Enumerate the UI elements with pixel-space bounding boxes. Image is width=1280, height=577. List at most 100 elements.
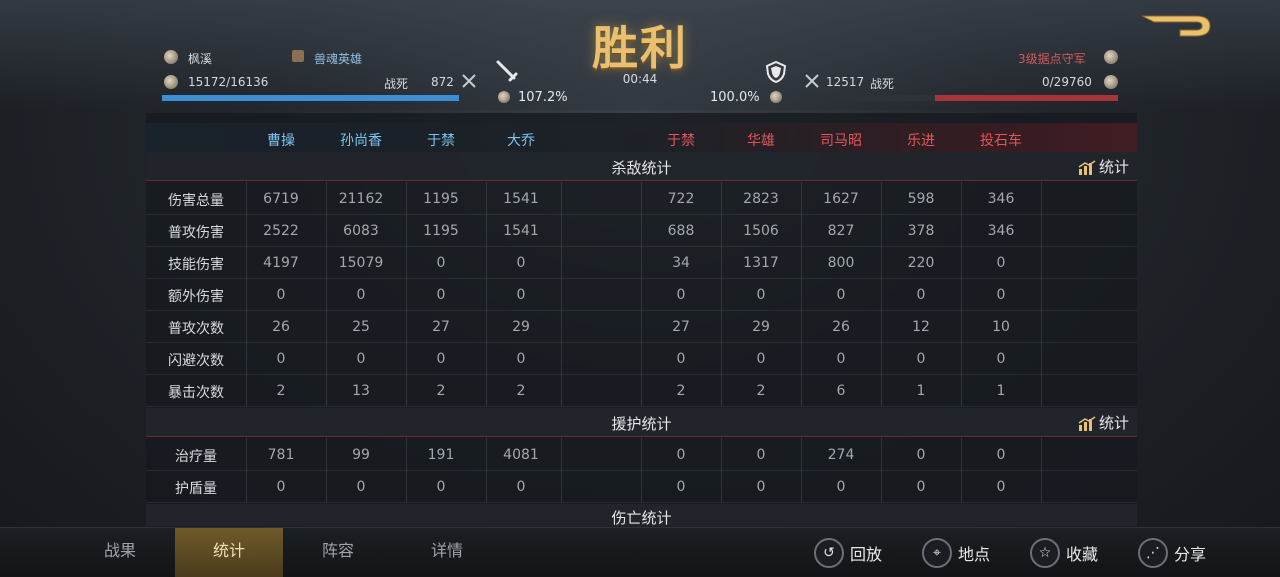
kill-stats-chart-button[interactable]: 统计	[1078, 156, 1129, 177]
table-cell: 6083	[343, 223, 379, 239]
table-cell: 598	[907, 191, 935, 207]
table-cell: 0	[676, 447, 686, 463]
left-player-name: 枫溪	[188, 52, 213, 66]
table-row: 普攻次数 26 25 27 29 27 29 26 12 10	[146, 310, 1137, 343]
table-cell: 800	[827, 255, 855, 271]
table-cell: 29	[752, 319, 770, 335]
table-cell: 15079	[338, 255, 384, 271]
table-cell: 12	[912, 319, 930, 335]
table-cell: 0	[756, 447, 766, 463]
tab-statistics[interactable]: 统计	[175, 528, 283, 577]
table-cell: 0	[916, 351, 926, 367]
table-cell: 1317	[743, 255, 779, 271]
morale-icon-right	[770, 91, 782, 103]
column-divider	[1041, 438, 1042, 470]
table-cell: 2522	[263, 223, 299, 239]
table-cell: 21162	[338, 191, 384, 207]
ally-hero-name: 孙尚香	[340, 133, 382, 149]
right-kill-label: 战死	[870, 77, 895, 91]
table-cell: 827	[827, 223, 855, 239]
table-cell: 0	[276, 351, 286, 367]
ally-hero-name: 曹操	[267, 133, 295, 149]
table-cell: 0	[276, 287, 286, 303]
support-stats-title: 援护统计	[611, 415, 672, 433]
left-troop-bar	[162, 95, 478, 101]
tab-details[interactable]: 详情	[393, 528, 501, 577]
table-cell: 0	[516, 287, 526, 303]
troops-icon	[164, 75, 178, 89]
table-row: 伤害总量 6719 21162 1195 1541 722 2823 1627 598 346	[146, 182, 1137, 215]
column-divider	[1041, 310, 1042, 342]
column-divider	[1041, 470, 1042, 502]
table-cell: 29	[512, 319, 530, 335]
support-stats-section-header: 援护统计 统计	[146, 408, 1137, 437]
table-cell: 1627	[823, 191, 859, 207]
left-guild-name[interactable]: 兽魂英雄	[314, 50, 362, 67]
ally-hero-name: 大乔	[507, 133, 535, 149]
share-label: 分享	[1174, 545, 1207, 564]
tab-results[interactable]: 战果	[66, 528, 174, 577]
table-cell: 0	[916, 287, 926, 303]
table-row: 普攻伤害 2522 6083 1195 1541 688 1506 827 378 346	[146, 214, 1137, 247]
table-cell: 34	[672, 255, 690, 271]
bottom-bar: 战果 统计 阵容 详情 ↺ 回放 ⌖ 地点 ☆ 收藏 ⋰ 分享	[0, 527, 1280, 577]
replay-label: 回放	[850, 545, 883, 564]
location-button[interactable]: ⌖ 地点	[922, 538, 990, 568]
table-cell: 2823	[743, 191, 779, 207]
enemy-hero-name: 于禁	[667, 133, 695, 149]
back-button[interactable]	[1140, 12, 1214, 40]
table-cell: 99	[352, 447, 370, 463]
shield-icon	[765, 60, 787, 84]
table-cell: 781	[267, 447, 295, 463]
kill-stats-section-header: 杀敌统计 统计	[146, 152, 1137, 181]
column-divider	[561, 470, 562, 502]
enemy-hero-name: 乐进	[907, 133, 935, 149]
table-cell: 0	[516, 351, 526, 367]
table-row: 护盾量 0 0 0 0 0 0 0 0 0	[146, 470, 1137, 503]
crossed-swords-icon	[462, 74, 476, 88]
table-cell: 0	[916, 479, 926, 495]
loss-stats-title: 伤亡统计	[611, 509, 672, 527]
bar-chart-icon	[1078, 159, 1096, 175]
table-cell: 6	[836, 383, 846, 399]
table-cell: 0	[676, 479, 686, 495]
row-label: 技能伤害	[168, 257, 224, 273]
table-cell: 722	[667, 191, 695, 207]
column-divider	[1041, 246, 1042, 278]
table-cell: 27	[432, 319, 450, 335]
right-player-name: 3级据点守军	[1018, 52, 1086, 66]
share-button[interactable]: ⋰ 分享	[1138, 538, 1206, 568]
table-cell: 220	[907, 255, 935, 271]
support-stats-chart-label: 统计	[1098, 414, 1129, 432]
row-label: 伤害总量	[168, 193, 224, 209]
support-stats-chart-button[interactable]: 统计	[1078, 412, 1129, 433]
favorite-button[interactable]: ☆ 收藏	[1030, 538, 1098, 568]
replay-button[interactable]: ↺ 回放	[814, 538, 882, 568]
sword-icon	[496, 60, 518, 82]
row-label: 闪避次数	[168, 353, 224, 369]
column-divider	[561, 246, 562, 278]
column-divider	[561, 278, 562, 310]
column-divider	[1041, 342, 1042, 374]
tab-lineup[interactable]: 阵容	[284, 528, 392, 577]
column-divider	[1041, 374, 1042, 406]
enemy-hero-name: 司马昭	[820, 133, 862, 149]
table-cell: 1506	[743, 223, 779, 239]
table-cell: 0	[996, 287, 1006, 303]
right-morale: 100.0%	[710, 90, 760, 105]
row-label: 额外伤害	[168, 289, 224, 305]
table-cell: 0	[356, 351, 366, 367]
table-cell: 0	[836, 479, 846, 495]
bar-chart-icon	[1078, 415, 1096, 431]
table-cell: 0	[356, 287, 366, 303]
table-row: 治疗量 781 99 191 4081 0 0 274 0 0	[146, 438, 1137, 471]
table-cell: 191	[427, 447, 455, 463]
table-cell: 1	[996, 383, 1006, 399]
table-cell: 26	[832, 319, 850, 335]
table-cell: 0	[436, 351, 446, 367]
table-row: 技能伤害 4197 15079 0 0 34 1317 800 220 0	[146, 246, 1137, 279]
enemy-troops-icon	[1104, 75, 1118, 89]
morale-icon	[498, 91, 510, 103]
column-divider	[561, 438, 562, 470]
table-cell: 27	[672, 319, 690, 335]
